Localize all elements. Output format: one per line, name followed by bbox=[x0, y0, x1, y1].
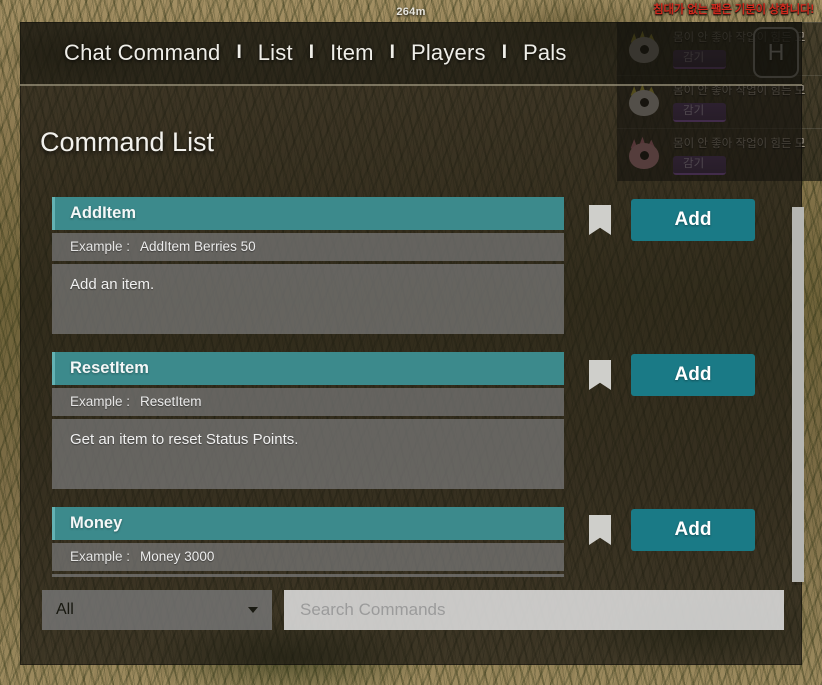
nav-separator: I bbox=[389, 42, 395, 63]
command-name: AddItem bbox=[52, 197, 564, 230]
chevron-down-icon bbox=[248, 607, 258, 613]
command-name: ResetItem bbox=[52, 352, 564, 385]
command-description: Add an item. bbox=[52, 264, 564, 334]
search-input[interactable] bbox=[300, 600, 768, 620]
example-value: Money 3000 bbox=[140, 549, 215, 564]
command-row: AddItem Example : AddItem Berries 50 Add … bbox=[52, 197, 800, 334]
nav-item-players[interactable]: Players bbox=[411, 40, 486, 66]
command-row-actions: Add bbox=[564, 197, 755, 241]
page-title: Command List bbox=[40, 127, 215, 157]
nav-bar: Chat Command I List I Item I Players I P… bbox=[20, 22, 802, 86]
command-example: Example : AddItem Berries 50 bbox=[52, 233, 564, 261]
command-card: AddItem Example : AddItem Berries 50 Add … bbox=[52, 197, 564, 334]
nav-item-chat-command[interactable]: Chat Command bbox=[64, 40, 220, 66]
command-row: ResetItem Example : ResetItem Get an item… bbox=[52, 352, 800, 489]
command-row: Money Example : Money 3000 Add bbox=[52, 507, 800, 577]
add-button[interactable]: Add bbox=[631, 199, 755, 241]
bookmark-icon[interactable] bbox=[589, 205, 611, 235]
command-description: Get an item to reset Status Points. bbox=[52, 419, 564, 489]
command-row-actions: Add bbox=[564, 352, 755, 396]
example-label: Example : bbox=[70, 549, 131, 564]
example-value: AddItem Berries 50 bbox=[140, 239, 256, 254]
command-list: AddItem Example : AddItem Berries 50 Add … bbox=[52, 197, 800, 577]
nav-separator: I bbox=[308, 42, 315, 63]
command-row-actions: Add bbox=[564, 507, 755, 551]
pal-alert-text: 침대가 없는 팰은 기분이 상합니다! bbox=[653, 4, 814, 16]
nav-separator: I bbox=[236, 42, 242, 63]
command-name: Money bbox=[52, 507, 564, 540]
nav-item-item[interactable]: Item bbox=[330, 40, 374, 66]
command-description bbox=[52, 574, 564, 577]
bookmark-icon[interactable] bbox=[589, 360, 611, 390]
command-example: Example : Money 3000 bbox=[52, 543, 564, 571]
command-mod-window: Chat Command I List I Item I Players I P… bbox=[20, 22, 804, 665]
scrollbar-thumb[interactable] bbox=[792, 207, 804, 582]
nav-item-pals[interactable]: Pals bbox=[523, 40, 567, 66]
example-label: Example : bbox=[70, 394, 131, 409]
nav-item-list[interactable]: List bbox=[258, 40, 293, 66]
command-card: ResetItem Example : ResetItem Get an item… bbox=[52, 352, 564, 489]
nav-separator: I bbox=[501, 42, 507, 63]
category-filter-value: All bbox=[56, 601, 74, 618]
bookmark-icon[interactable] bbox=[589, 515, 611, 545]
example-value: ResetItem bbox=[140, 394, 202, 409]
example-label: Example : bbox=[70, 239, 131, 254]
command-card: Money Example : Money 3000 bbox=[52, 507, 564, 577]
add-button[interactable]: Add bbox=[631, 354, 755, 396]
search-box[interactable] bbox=[284, 590, 784, 630]
command-example: Example : ResetItem bbox=[52, 388, 564, 416]
game-screen: 264m 침대가 없는 팰은 기분이 상합니다! 몸이 안 좋아 작업이 힘든 … bbox=[0, 0, 822, 685]
add-button[interactable]: Add bbox=[631, 509, 755, 551]
category-filter-select[interactable]: All bbox=[42, 590, 272, 630]
